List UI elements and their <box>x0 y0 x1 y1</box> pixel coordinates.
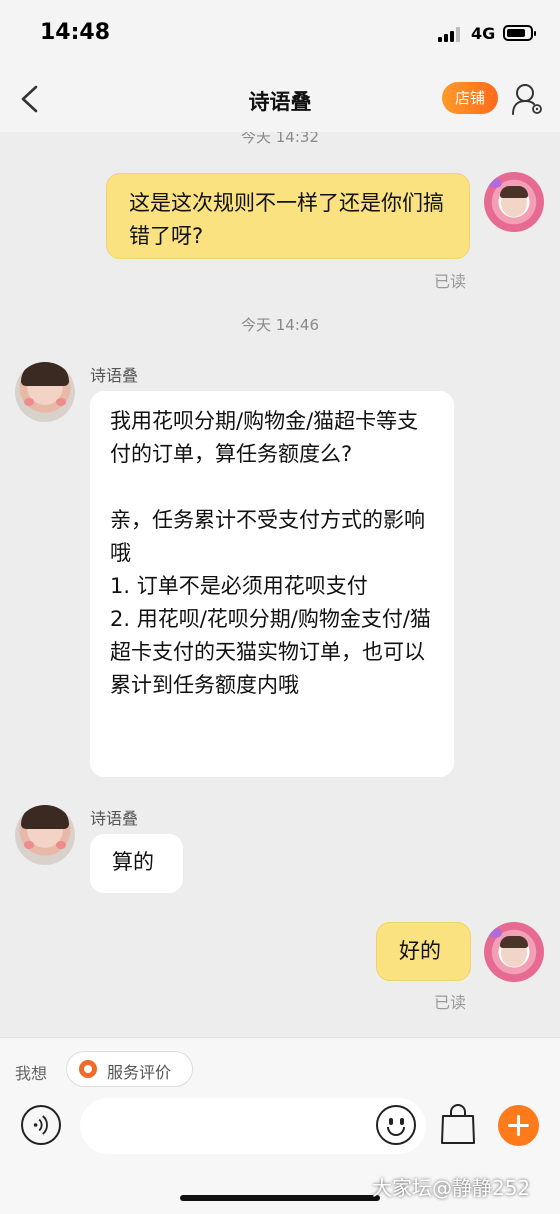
person-settings-icon[interactable] <box>510 82 544 116</box>
message-timestamp: 今天 14:46 <box>241 316 319 334</box>
read-receipt: 已读 <box>434 993 467 1012</box>
network-type: 4G <box>471 24 496 43</box>
status-time: 14:48 <box>40 20 111 45</box>
avatar[interactable] <box>484 922 544 982</box>
message-bubble-self[interactable]: 好的 <box>376 922 471 981</box>
chat-header: 诗语叠 店铺 <box>0 66 560 132</box>
signal-icon <box>438 26 464 42</box>
home-indicator <box>180 1195 380 1201</box>
sender-name: 诗语叠 <box>90 366 139 385</box>
message-input[interactable] <box>80 1098 426 1154</box>
store-button[interactable]: 店铺 <box>442 82 498 114</box>
status-bar: 14:48 4G <box>0 0 560 66</box>
read-receipt: 已读 <box>434 272 467 291</box>
battery-icon <box>503 25 536 41</box>
avatar[interactable] <box>15 362 75 422</box>
voice-icon[interactable] <box>21 1105 61 1145</box>
chip-label: 服务评价 <box>107 1063 172 1082</box>
emoji-icon[interactable] <box>376 1105 416 1145</box>
message-bubble-self[interactable]: 这是这次规则不一样了还是你们搞错了呀? <box>106 173 470 259</box>
plus-icon[interactable] <box>498 1105 539 1146</box>
message-timestamp: 今天 14:32 <box>241 132 319 146</box>
sender-name: 诗语叠 <box>90 809 139 828</box>
service-rating-icon <box>79 1060 97 1078</box>
watermark: 大家坛@静静252 <box>372 1176 531 1200</box>
avatar[interactable] <box>15 805 75 865</box>
message-bubble-other[interactable]: 我用花呗分期/购物金/猫超卡等支付的订单，算任务额度么? 亲，任务累计不受支付方… <box>90 391 454 777</box>
shopping-bag-icon[interactable] <box>438 1102 478 1146</box>
message-bubble-other[interactable]: 算的 <box>90 834 183 893</box>
avatar[interactable] <box>484 172 544 232</box>
quick-prompt-label: 我想 <box>15 1064 48 1083</box>
chat-messages[interactable]: 今天 14:32 这是这次规则不一样了还是你们搞错了呀? 已读 今天 14:46… <box>0 132 560 1037</box>
service-rating-chip[interactable]: 服务评价 <box>66 1051 193 1087</box>
